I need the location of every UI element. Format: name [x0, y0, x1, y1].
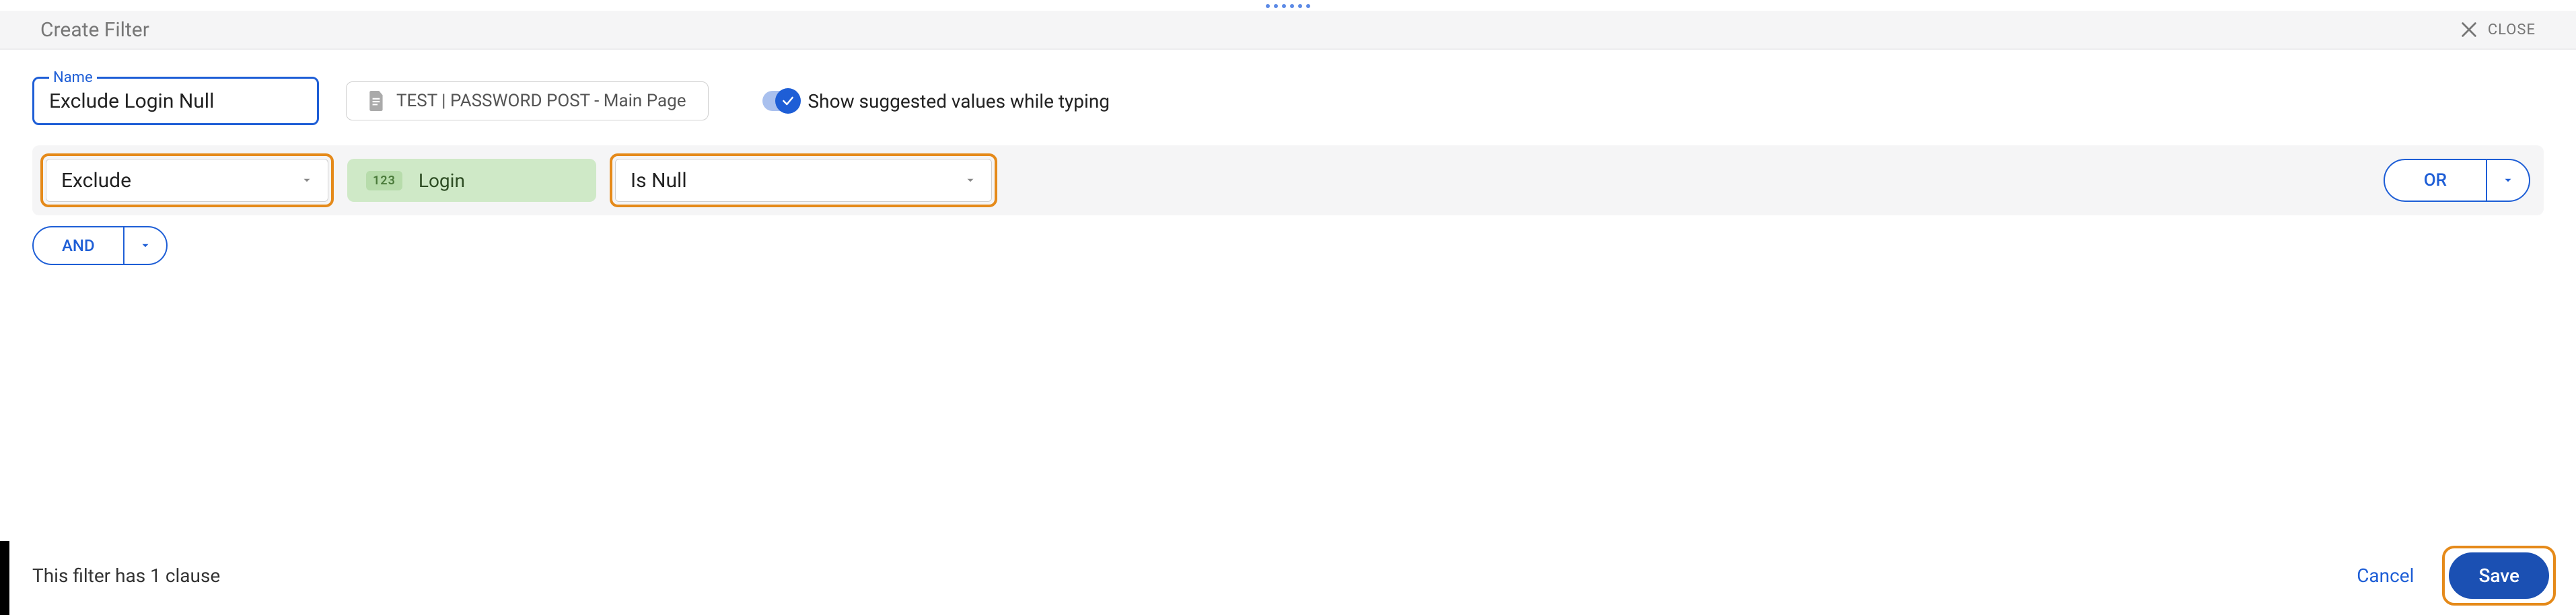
close-button[interactable]: CLOSE	[2460, 20, 2536, 39]
or-button[interactable]: OR	[2385, 160, 2486, 201]
caret-down-icon	[2502, 174, 2514, 186]
footer-actions: Cancel Save	[2340, 546, 2556, 606]
caret-down-icon	[301, 174, 313, 186]
and-button[interactable]: AND	[34, 227, 123, 264]
column-chip[interactable]: 123 Login	[347, 159, 596, 202]
create-filter-dialog: Create Filter CLOSE Name TEST | PASSWORD…	[0, 0, 2576, 615]
source-label: TEST | PASSWORD POST - Main Page	[396, 91, 686, 111]
save-button[interactable]: Save	[2449, 552, 2549, 599]
suggest-toggle[interactable]	[762, 91, 799, 111]
left-edge-artifact	[0, 541, 9, 615]
action-dropdown[interactable]: Exclude	[46, 159, 328, 202]
suggest-toggle-group: Show suggested values while typing	[762, 90, 1110, 112]
clause-count: This filter has 1 clause	[32, 565, 220, 587]
condition-dropdown[interactable]: Is Null	[615, 159, 992, 202]
or-more-button[interactable]	[2487, 160, 2529, 201]
column-name: Login	[419, 170, 465, 192]
close-icon	[2460, 20, 2478, 39]
or-split-button[interactable]: OR	[2384, 159, 2530, 202]
condition-highlight: Is Null	[610, 153, 997, 207]
caret-down-icon	[139, 240, 151, 252]
add-clause-row: AND	[0, 215, 2576, 276]
and-split-button[interactable]: AND	[32, 226, 168, 265]
dialog-header: Create Filter CLOSE	[0, 11, 2576, 50]
save-highlight: Save	[2442, 546, 2556, 606]
check-icon	[781, 94, 795, 108]
caret-down-icon	[964, 174, 976, 186]
condition-value: Is Null	[631, 169, 687, 192]
column-type-badge: 123	[366, 171, 402, 190]
filter-name-input[interactable]	[48, 89, 303, 114]
source-chip[interactable]: TEST | PASSWORD POST - Main Page	[346, 81, 709, 120]
config-row: Name TEST | PASSWORD POST - Main Page Sh…	[0, 50, 2576, 145]
suggest-toggle-label: Show suggested values while typing	[808, 90, 1110, 112]
resize-handle[interactable]	[0, 0, 2576, 11]
document-icon	[368, 91, 386, 111]
filter-name-field[interactable]: Name	[32, 77, 319, 125]
action-value: Exclude	[61, 169, 131, 192]
action-highlight: Exclude	[40, 153, 334, 207]
dialog-footer: This filter has 1 clause Cancel Save	[0, 546, 2576, 606]
filter-name-label: Name	[49, 69, 97, 86]
and-more-button[interactable]	[124, 227, 166, 264]
clause-row: Exclude 123 Login Is Null OR	[32, 145, 2544, 215]
close-label: CLOSE	[2488, 22, 2536, 38]
cancel-button[interactable]: Cancel	[2340, 554, 2430, 598]
clause-list: Exclude 123 Login Is Null OR	[0, 145, 2576, 215]
dialog-title: Create Filter	[40, 18, 149, 42]
